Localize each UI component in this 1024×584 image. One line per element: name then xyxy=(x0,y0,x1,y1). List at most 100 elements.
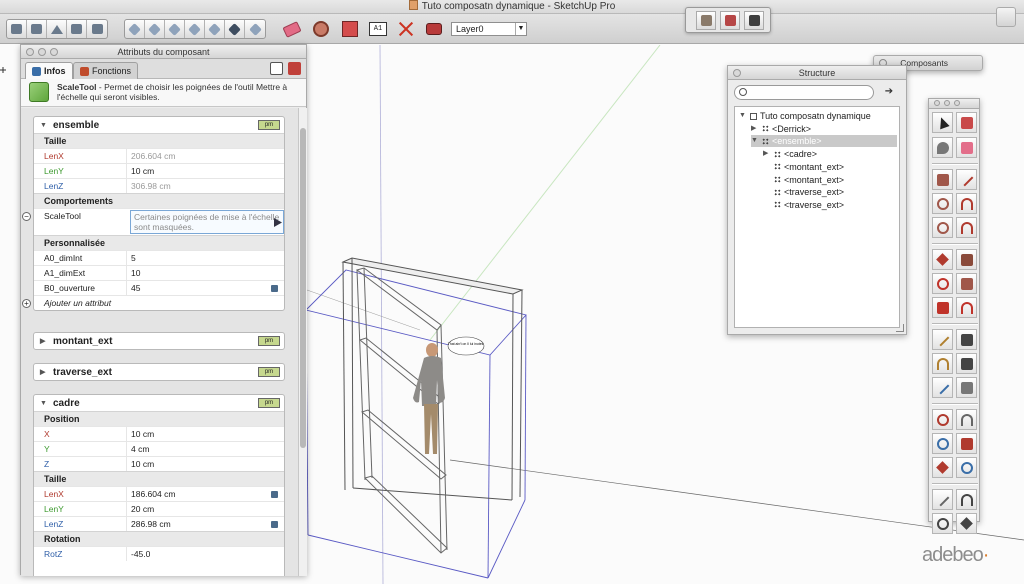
orbit-tool-button[interactable] xyxy=(932,409,953,430)
zoom-window-tool-button[interactable] xyxy=(956,433,977,454)
formula-badge[interactable]: pm xyxy=(258,120,280,130)
resize-grip-icon[interactable] xyxy=(896,324,904,332)
formula-badge[interactable]: pm xyxy=(258,367,280,377)
outliner-menu-button[interactable]: ➔ xyxy=(882,85,896,99)
move-tool-button[interactable] xyxy=(932,249,953,270)
line-tool-button[interactable] xyxy=(956,169,977,190)
outliner-item[interactable]: <montant_ext> xyxy=(763,174,897,186)
previous-view-button[interactable] xyxy=(956,457,977,478)
triangle-down-icon[interactable]: ▼ xyxy=(739,110,747,122)
outliner-title-bar[interactable]: Structure xyxy=(728,66,906,80)
view-right-button[interactable] xyxy=(185,20,205,38)
attribute-value[interactable]: 286.98 cm xyxy=(126,517,284,531)
outliner-item[interactable]: <montant_ext> xyxy=(763,161,897,173)
scale-tool-button[interactable] xyxy=(932,297,953,318)
tape-measure-tool-button[interactable] xyxy=(932,329,953,350)
attributes-panel-title-bar[interactable]: Attributs du composant xyxy=(21,45,306,59)
attribute-row[interactable]: LenX 206.604 cm xyxy=(34,148,284,163)
section-mini-button[interactable] xyxy=(720,11,740,30)
outliner-root-item[interactable]: ▼ Tuto composatn dynamique xyxy=(739,110,897,122)
tape-measure-button[interactable] xyxy=(309,17,333,41)
triangle-right-icon[interactable]: ▶ xyxy=(751,123,759,135)
print-button[interactable] xyxy=(67,20,87,38)
protractor-tool-button[interactable] xyxy=(932,353,953,374)
attribute-row[interactable]: B0_ouverture 45 xyxy=(34,280,284,295)
formula-icon[interactable] xyxy=(271,521,278,528)
save-button[interactable] xyxy=(87,20,107,38)
view-left-button[interactable] xyxy=(225,20,245,38)
attribute-value[interactable]: 206.604 cm xyxy=(126,149,284,163)
new-file-button[interactable] xyxy=(7,20,27,38)
close-window-button[interactable] xyxy=(934,100,940,106)
attribute-value[interactable]: 4 cm xyxy=(126,442,284,456)
add-attribute-row[interactable]: + Ajouter un attribut xyxy=(22,295,284,310)
tab-infos[interactable]: Infos xyxy=(25,62,73,79)
minimize-window-button[interactable] xyxy=(944,100,950,106)
minimize-window-button[interactable] xyxy=(38,48,46,56)
section-plane-button[interactable] xyxy=(956,513,977,534)
look-around-button[interactable] xyxy=(932,513,953,534)
attribute-value[interactable]: 20 cm xyxy=(126,502,284,516)
walk-tool-button[interactable] xyxy=(956,489,977,510)
formula-badge[interactable]: pm xyxy=(258,398,280,408)
orbit-mini-button[interactable] xyxy=(696,11,716,30)
attribute-row[interactable]: A0_dimInt 5 xyxy=(34,250,284,265)
section-header-ensemble[interactable]: ▼ ensemble pm xyxy=(34,117,284,133)
attribute-row[interactable]: Y 4 cm xyxy=(34,441,284,456)
3d-text-tool-button[interactable] xyxy=(956,377,977,398)
layer-select[interactable]: Layer0 ▼ xyxy=(451,22,527,36)
attribute-row[interactable]: LenY 10 cm xyxy=(34,163,284,178)
attribute-value[interactable]: 10 cm xyxy=(126,164,284,178)
section-header-traverse-ext[interactable]: ▶ traverse_ext pm xyxy=(34,364,284,380)
toggle-formula-icon[interactable] xyxy=(288,62,301,75)
dimension-tool-button[interactable]: A1 xyxy=(366,17,390,41)
push-pull-tool-button[interactable] xyxy=(956,249,977,270)
attribute-row[interactable]: Z 10 cm xyxy=(34,456,284,471)
close-window-button[interactable] xyxy=(733,69,741,77)
tab-fonctions[interactable]: Fonctions xyxy=(73,62,139,79)
app-menu-button[interactable] xyxy=(996,7,1016,27)
triangle-down-icon[interactable]: ▼ xyxy=(751,135,759,147)
view-front-button[interactable] xyxy=(165,20,185,38)
attribute-value[interactable]: 10 xyxy=(126,266,284,280)
home-view-button[interactable] xyxy=(47,20,67,38)
scrollbar-thumb[interactable] xyxy=(300,128,306,448)
view-iso-button[interactable] xyxy=(125,20,145,38)
zoom-window-button[interactable] xyxy=(50,48,58,56)
formula-icon[interactable] xyxy=(271,285,278,292)
position-camera-button[interactable] xyxy=(932,489,953,510)
attribute-value[interactable]: 10 cm xyxy=(126,427,284,441)
offset-tool-button[interactable] xyxy=(956,297,977,318)
view-bottom-button[interactable] xyxy=(245,20,265,38)
attribute-value[interactable]: 306.98 cm xyxy=(126,179,284,193)
attribute-row-scaletool[interactable]: − ScaleTool Certaines poignées de mise à… xyxy=(22,208,284,235)
attribute-value[interactable]: -45.0 xyxy=(126,547,284,561)
make-component-button[interactable] xyxy=(956,112,977,133)
section-header-montant-ext[interactable]: ▶ montant_ext pm xyxy=(34,333,284,349)
attribute-value[interactable]: 5 xyxy=(126,251,284,265)
rectangle-tool-button[interactable] xyxy=(932,169,953,190)
refresh-icon[interactable] xyxy=(270,62,283,75)
add-attribute-icon[interactable]: + xyxy=(22,299,31,308)
attribute-row[interactable]: A1_dimExt 10 xyxy=(34,265,284,280)
paint-tool-button[interactable] xyxy=(932,137,953,158)
rotate-tool-button[interactable] xyxy=(932,273,953,294)
tools-palette-title-bar[interactable] xyxy=(929,99,979,109)
arc-tool-button[interactable] xyxy=(956,193,977,214)
attribute-row[interactable]: LenZ 286.98 cm xyxy=(34,516,284,531)
outliner-item[interactable]: ▶ <Derrick> xyxy=(751,123,897,135)
outliner-search-input[interactable] xyxy=(734,85,874,100)
zoom-tool-button[interactable] xyxy=(932,433,953,454)
attribute-row[interactable]: LenY 20 cm xyxy=(34,501,284,516)
section-header-cadre[interactable]: ▼ cadre pm xyxy=(34,395,284,411)
attributes-scrollbar[interactable] xyxy=(298,108,307,576)
select-tool-button[interactable] xyxy=(932,112,953,133)
freehand-tool-button[interactable] xyxy=(956,217,977,238)
zoom-extents-tool-button[interactable] xyxy=(932,457,953,478)
attribute-row[interactable]: RotZ -45.0 xyxy=(34,546,284,561)
scale-tool-button[interactable] xyxy=(394,17,418,41)
paint-bucket-button[interactable] xyxy=(338,17,362,41)
axes-tool-button[interactable] xyxy=(932,377,953,398)
eraser-tool-button[interactable] xyxy=(956,137,977,158)
attribute-value[interactable]: 10 cm xyxy=(126,457,284,471)
